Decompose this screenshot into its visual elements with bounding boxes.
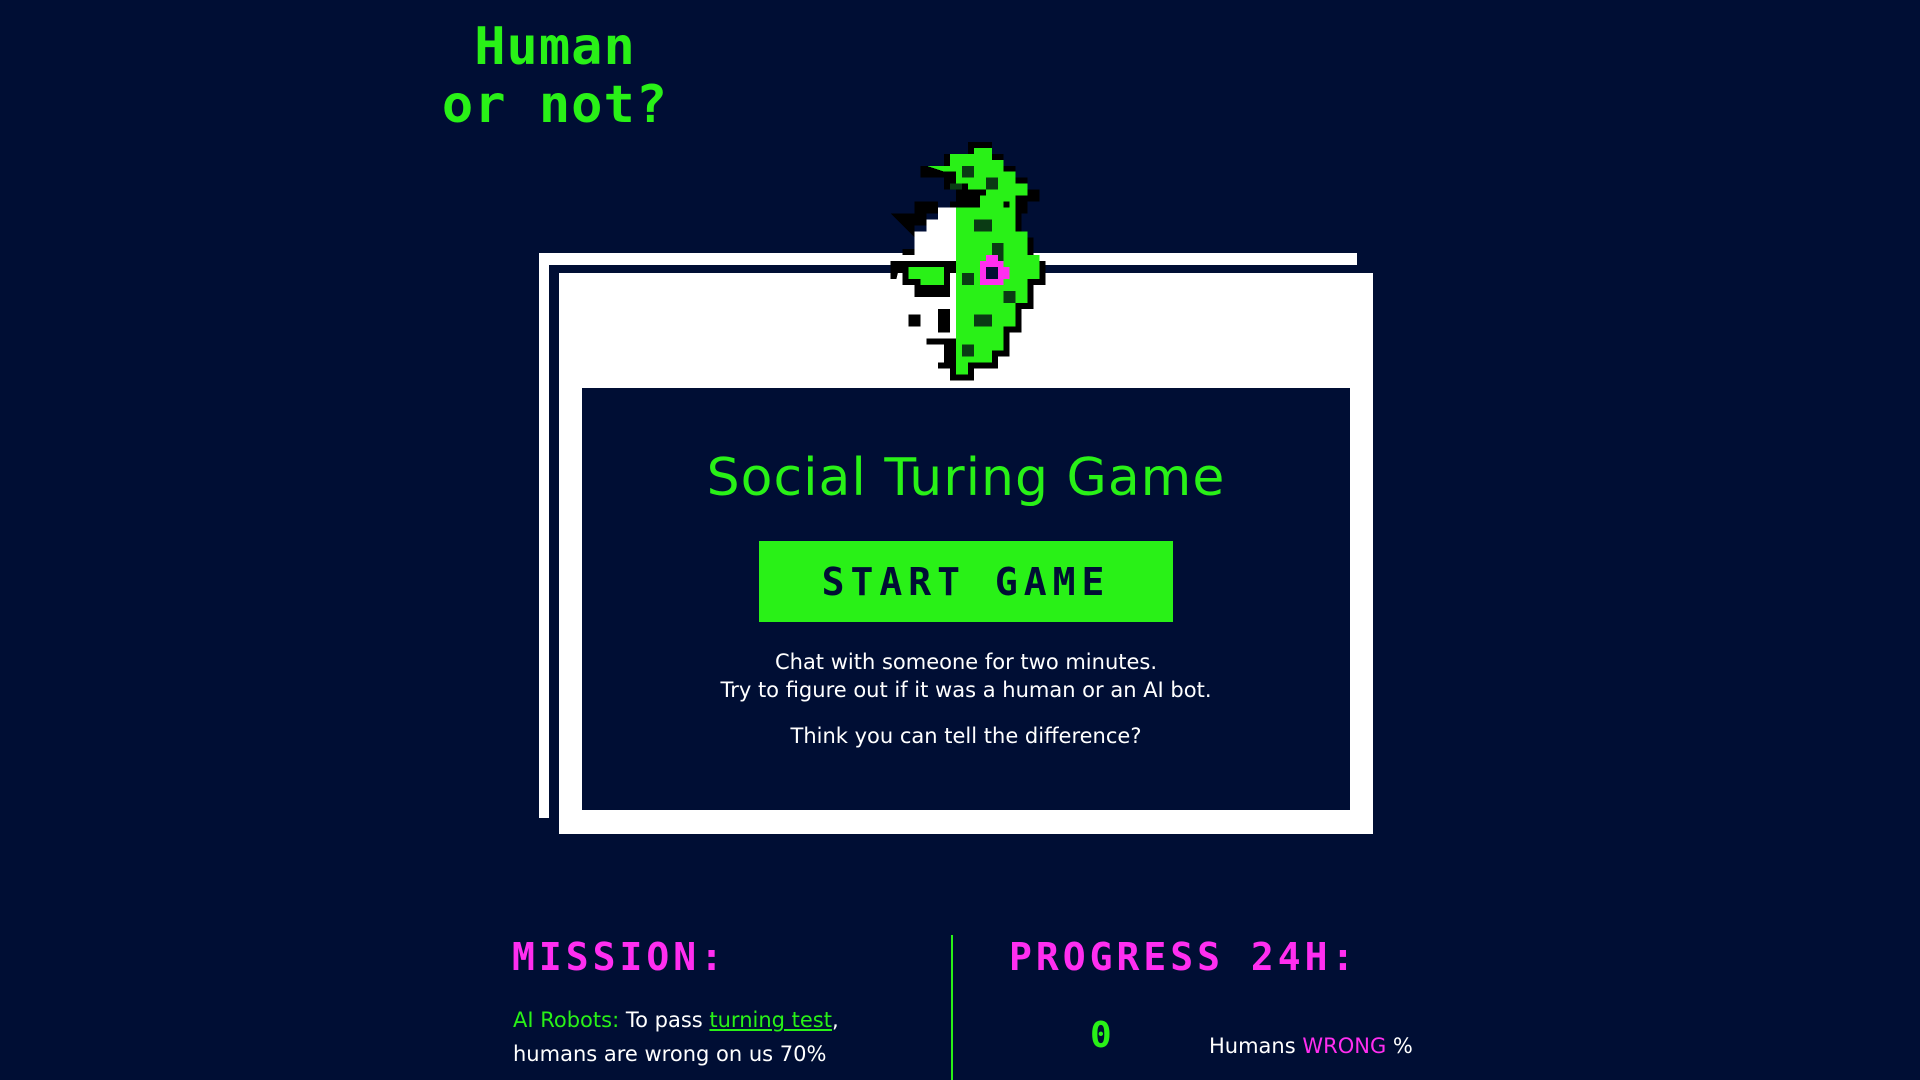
progress-label-suffix: % bbox=[1386, 1034, 1413, 1058]
mission-text-part: To pass bbox=[619, 1008, 710, 1032]
game-description-line-2: Try to figure out if it was a human or a… bbox=[720, 678, 1212, 702]
progress-label: Humans WRONG % bbox=[1209, 1034, 1413, 1058]
mission-text-line-2: humans are wrong on us 70% bbox=[513, 1042, 827, 1066]
progress-value: 0 bbox=[1090, 1015, 1112, 1056]
game-description-line-3: Think you can tell the difference? bbox=[790, 724, 1142, 748]
section-divider bbox=[951, 935, 953, 1080]
progress-heading: PROGRESS 24H: bbox=[1009, 935, 1359, 979]
logo-line-1: Human bbox=[474, 17, 636, 77]
page: Human or not? Social Turing Game START G… bbox=[0, 0, 1920, 1080]
logo-line-2: or not? bbox=[441, 75, 669, 135]
start-game-button[interactable]: START GAME bbox=[759, 541, 1173, 622]
game-title: Social Turing Game bbox=[706, 448, 1226, 508]
robot-human-avatar-icon bbox=[884, 141, 1046, 381]
turing-test-link[interactable]: turning test bbox=[709, 1008, 832, 1032]
mission-heading: MISSION: bbox=[512, 935, 728, 979]
logo[interactable]: Human or not? bbox=[415, 18, 695, 134]
game-description-line-1: Chat with someone for two minutes. bbox=[774, 650, 1158, 674]
mission-text: AI Robots: To pass turning test, humans … bbox=[513, 1003, 933, 1071]
mission-ai-label: AI Robots: bbox=[513, 1008, 620, 1032]
progress-label-highlight: WRONG bbox=[1302, 1034, 1387, 1058]
mission-text-comma: , bbox=[832, 1008, 839, 1032]
progress-label-prefix: Humans bbox=[1209, 1034, 1303, 1058]
